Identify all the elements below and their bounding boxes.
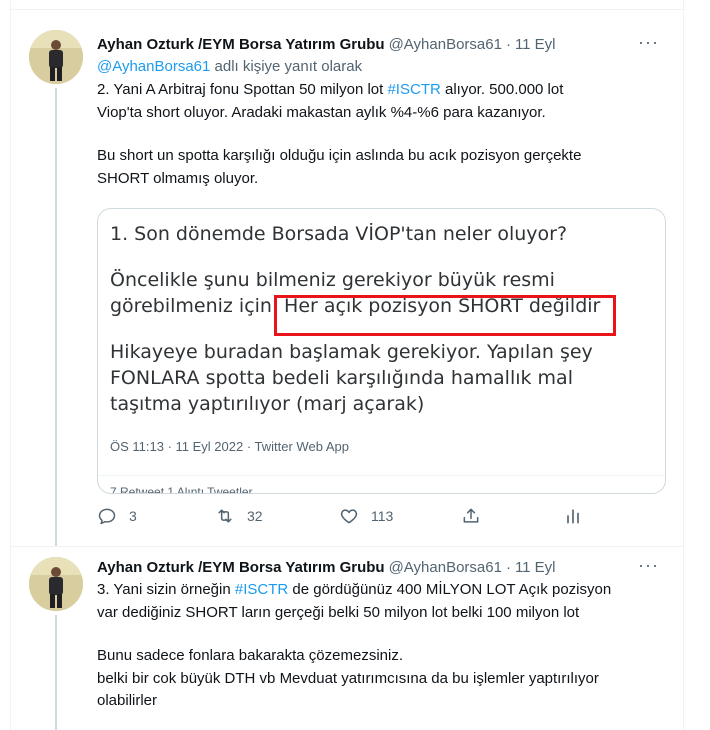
tweet-text-line: 3. Yani sizin örneğin — [97, 581, 235, 598]
retweet-icon — [218, 509, 232, 523]
quoted-tweet-meta: ÖS 11:13 · 11 Eyl 2022 · Twitter Web App — [110, 439, 349, 454]
analytics-icon — [567, 509, 579, 524]
share-button[interactable] — [461, 506, 481, 526]
timeline-column: Ayhan Ozturk /EYM Borsa Yatırım Grubu @A… — [10, 0, 685, 730]
author-name[interactable]: Ayhan Ozturk /EYM Borsa Yatırım Grubu — [97, 36, 385, 53]
separator-dot: · — [505, 558, 511, 576]
quoted-line: görebilmeniz için. — [110, 295, 285, 317]
thread-line — [55, 88, 57, 546]
tweet-content: Ayhan Ozturk /EYM Borsa Yatırım Grubu @A… — [97, 556, 667, 713]
like-icon — [340, 509, 358, 524]
separator-dot: · — [505, 35, 511, 53]
tweet-date[interactable]: 11 Eyl — [515, 36, 556, 53]
analytics-button[interactable] — [563, 506, 583, 526]
hashtag-link[interactable]: #ISCTR — [387, 81, 440, 98]
tweet-text-line: de gördüğünüz 400 MİLYON LOT Açık pozisy… — [288, 581, 612, 598]
tweet-text: 3. Yani sizin örneğin #ISCTR de gördüğün… — [97, 579, 667, 713]
tweet-header: Ayhan Ozturk /EYM Borsa Yatırım Grubu @A… — [97, 557, 667, 577]
tweet-header: Ayhan Ozturk /EYM Borsa Yatırım Grubu @A… — [97, 34, 667, 54]
tweet-text: 2. Yani A Arbitraj fonu Spottan 50 milyo… — [97, 79, 667, 190]
tweet-2[interactable]: Ayhan Ozturk /EYM Borsa Yatırım Grubu @A… — [11, 18, 683, 546]
tweet-text-line: olabilirler — [97, 692, 158, 709]
avatar-image — [29, 557, 83, 611]
tweet-date[interactable]: 11 Eyl — [515, 559, 556, 576]
avatar-image — [29, 30, 83, 84]
tweet-text-line: 2. Yani A Arbitraj fonu Spottan 50 milyo… — [97, 81, 388, 98]
tweet-actions: 3 32 113 — [97, 506, 579, 530]
thread-line — [55, 615, 57, 730]
more-icon[interactable]: ··· — [638, 556, 659, 574]
tweet-text-line: alıyor. 500.000 lot — [440, 81, 564, 98]
quoted-cut-off-stats: 7 Retweet 1 Alıntı Tweetler — [110, 485, 253, 494]
avatar[interactable] — [29, 557, 83, 611]
reply-to-line: @AyhanBorsa61 adlı kişiye yanıt olarak — [97, 57, 667, 77]
quoted-divider — [98, 475, 665, 476]
tweet-text-line: var dediğiniz SHORT ların gerçeği belki … — [97, 603, 580, 621]
quoted-line: 1. Son dönemde Borsada VİOP'tan neler ol… — [110, 223, 568, 245]
reply-to-label: adlı kişiye yanıt olarak — [210, 58, 363, 75]
reply-icon — [98, 508, 116, 525]
quoted-line: Öncelikle şunu bilmeniz gerekiyor büyük … — [110, 269, 555, 291]
reply-to-mention[interactable]: @AyhanBorsa61 — [97, 58, 210, 75]
tweet-text-line: Bu short un spotta karşılığı olduğu için… — [97, 147, 582, 164]
like-button[interactable]: 113 — [339, 506, 393, 526]
previous-tweet-edge — [11, 0, 685, 10]
reply-button[interactable]: 3 — [97, 506, 137, 526]
author-handle[interactable]: @AyhanBorsa61 — [389, 559, 502, 576]
avatar[interactable] — [29, 30, 83, 84]
tweet-text-line: Viop'ta short oluyor. Aradaki makastan a… — [97, 103, 546, 121]
quoted-tweet-image[interactable]: 1. Son dönemde Borsada VİOP'tan neler ol… — [97, 208, 666, 494]
tweet-3[interactable]: Ayhan Ozturk /EYM Borsa Yatırım Grubu @A… — [11, 546, 683, 730]
quoted-line: Hikayeye buradan başlamak gerekiyor. Yap… — [110, 341, 593, 363]
like-count: 113 — [371, 508, 394, 524]
tweet-text-line: Bunu sadece fonlara bakarakta çözemezsin… — [97, 647, 404, 664]
author-name[interactable]: Ayhan Ozturk /EYM Borsa Yatırım Grubu — [97, 559, 385, 576]
red-highlight-box — [274, 295, 616, 336]
tweet-content: Ayhan Ozturk /EYM Borsa Yatırım Grubu @A… — [97, 33, 667, 190]
hashtag-link[interactable]: #ISCTR — [235, 581, 288, 598]
author-handle[interactable]: @AyhanBorsa61 — [389, 36, 502, 53]
tweet-text-line: SHORT olmamış oluyor. — [97, 169, 259, 187]
more-icon[interactable]: ··· — [638, 33, 659, 51]
retweet-count: 32 — [247, 508, 263, 524]
quoted-line: FONLARA spotta bedeli karşılığında hamal… — [110, 367, 573, 389]
reply-count: 3 — [129, 508, 137, 524]
quoted-line: taşıtma yaptırılıyor (marj açarak) — [110, 393, 425, 415]
retweet-button[interactable]: 32 — [215, 506, 263, 526]
share-icon — [463, 508, 479, 523]
tweet-text-line: belki bir cok büyük DTH vb Mevduat yatır… — [97, 669, 599, 687]
